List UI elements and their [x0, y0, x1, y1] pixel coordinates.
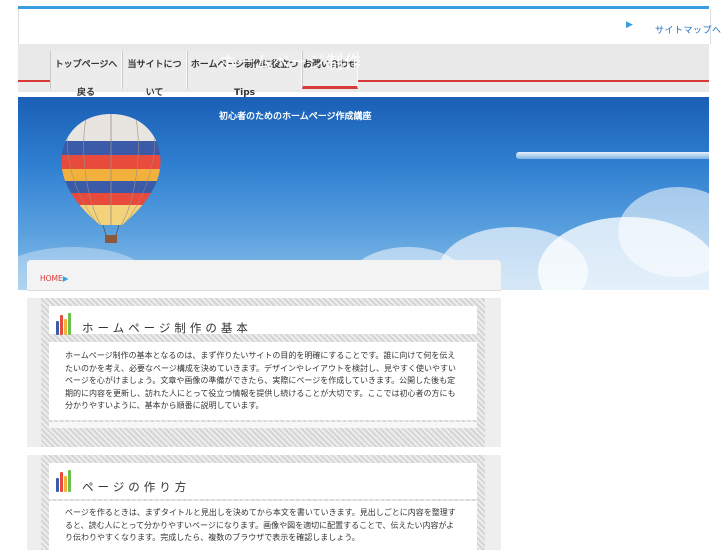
colorful-pencils-icon [54, 311, 74, 335]
nav-item-home[interactable]: トップページへ戻る [50, 51, 122, 98]
sitemap-link[interactable]: サイトマップへ [655, 23, 722, 36]
breadcrumb-home-label: HOME [40, 274, 63, 283]
section-footer [49, 422, 477, 428]
nav-item-about[interactable]: 当サイトについて [122, 51, 187, 98]
breadcrumb-home[interactable]: HOME▶ [40, 274, 69, 283]
section-text: ホームページ制作の基本となるのは、まず作りたいサイトの目的を明確にすることです。… [65, 351, 457, 411]
arrow-right-icon: ▶ [62, 274, 69, 283]
breadcrumb: HOME▶ [27, 260, 501, 291]
section-text: ページを作るときは、まずタイトルと見出しを決めてから本文を書いていきます。見出し… [65, 508, 456, 543]
hero-decor-bar [516, 152, 709, 159]
hot-air-balloon-image [61, 114, 161, 243]
colorful-pencils-icon [54, 468, 74, 492]
arrow-right-icon: ▶ [626, 20, 633, 30]
content-section: ホームページ制作の基本 ホームページ制作の基本となるのは、まず作りたいサイトの目… [27, 298, 501, 447]
section-title: ホームページ制作の基本 [82, 321, 252, 335]
section-title: ページの作り方 [82, 480, 191, 494]
site-subtitle: 初心者のためのホームページ作成講座 [219, 112, 372, 122]
top-bar [18, 9, 711, 44]
content-section: ページの作り方 ページを作るときは、まずタイトルと見出しを決めてから本文を書いて… [27, 455, 501, 550]
site-title[interactable]: ホームページ制作 [219, 48, 362, 73]
